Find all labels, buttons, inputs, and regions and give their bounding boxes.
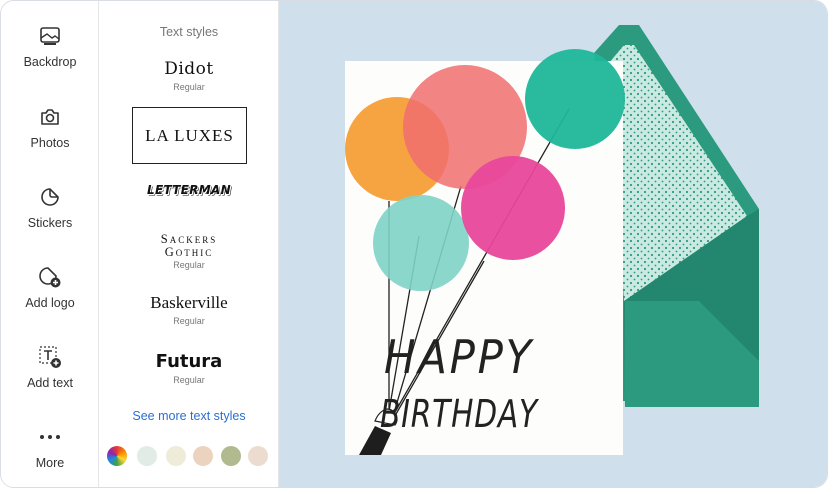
font-name: Sackers Gothic [160,232,218,259]
backdrop-icon [37,23,63,49]
font-option-didot[interactable]: Didot Regular [99,59,279,92]
font-option-futura[interactable]: Futura Regular [99,351,279,385]
card-line-2: BIRTHDAY [380,392,539,436]
rail-label-stickers: Stickers [27,216,73,230]
card-preview-area: HAPPY BIRTHDAY [279,1,827,487]
rail-item-photos[interactable]: Photos [1,104,99,174]
panel-title: Text styles [159,25,219,39]
swatch-color[interactable] [221,446,241,466]
see-more-text-styles-link[interactable]: See more text styles [99,409,279,423]
add-text-icon [37,344,63,370]
birthday-card: HAPPY BIRTHDAY [345,49,625,455]
font-weight-label: Regular [173,375,205,385]
font-option-baskerville[interactable]: Baskerville Regular [99,293,279,326]
rail-label-add-text: Add text [27,376,73,390]
rail-item-more[interactable]: More [1,424,99,487]
rail-item-stickers[interactable]: Stickers [1,184,99,254]
rail-item-backdrop[interactable]: Backdrop [1,23,99,93]
font-name: LETTERMAN [147,183,231,197]
card-preview-canvas: HAPPY BIRTHDAY [345,25,759,455]
more-dots-icon [37,424,63,450]
font-name: Baskerville [150,293,228,312]
swatch-color[interactable] [248,446,268,466]
tool-rail: Backdrop Photos Stickers Add logo Add te… [1,1,99,487]
font-name: Didot [164,59,214,79]
app-frame: Backdrop Photos Stickers Add logo Add te… [0,0,828,488]
font-option-sackers-gothic[interactable]: Sackers Gothic Regular [99,232,279,271]
swatch-color[interactable] [193,446,213,466]
swatch-color[interactable] [137,446,157,466]
color-swatches [107,446,275,466]
font-weight-label: Regular [173,316,205,326]
rail-item-add-logo[interactable]: Add logo [1,264,99,334]
sticker-icon [37,184,63,210]
rail-item-add-text[interactable]: Add text [1,344,99,414]
swatch-color[interactable] [166,446,186,466]
add-logo-icon [37,264,63,290]
rail-label-backdrop: Backdrop [23,55,77,69]
font-name: Futura [155,351,223,372]
font-option-letterman[interactable]: LETTERMAN [99,183,279,197]
rail-label-add-logo: Add logo [25,296,75,310]
font-weight-label: Regular [173,82,205,92]
font-weight-label: Regular [173,260,205,270]
swatch-multicolor[interactable] [107,446,127,466]
card-line-1: HAPPY [384,330,535,384]
font-option-la-luxes-selected[interactable]: LA LUXES [132,107,247,164]
rail-label-more: More [35,456,65,470]
font-name: LA LUXES [145,125,234,145]
rail-label-photos: Photos [30,136,70,150]
camera-icon [37,104,63,130]
text-styles-panel: Text styles Didot Regular LA LUXES LETTE… [99,1,279,487]
